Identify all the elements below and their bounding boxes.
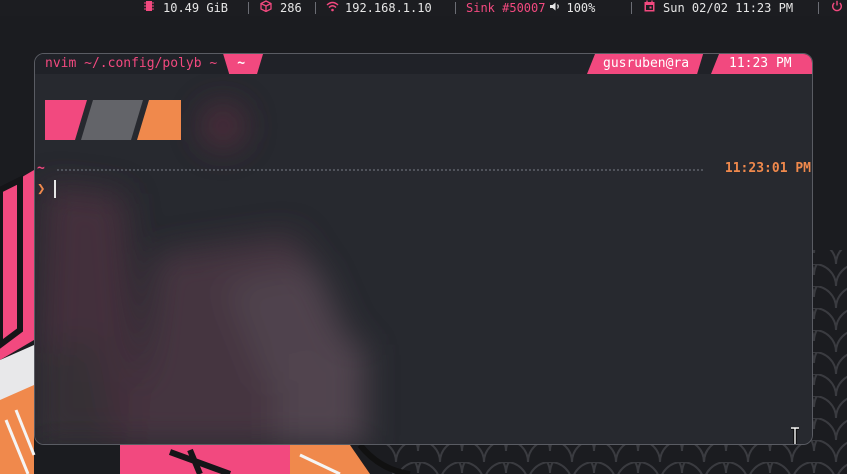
calendar-icon — [644, 0, 655, 16]
network-module[interactable]: 192.168.1.10 — [326, 0, 432, 16]
terminal-window[interactable]: nvim ~/.config/polyb ~ ~ gusruben@ra 11:… — [34, 53, 813, 445]
bar-separator — [818, 2, 819, 14]
color-blocks-art — [45, 100, 181, 140]
tmux-clock: 11:23 PM — [711, 54, 812, 74]
prompt-directory: ~ — [37, 161, 45, 176]
power-button[interactable] — [831, 0, 843, 16]
memory-module[interactable]: 10.49 GiB — [144, 0, 228, 16]
speaker-icon — [549, 0, 561, 16]
tmux-window-label[interactable]: nvim ~/.config/polyb ~ — [35, 54, 217, 74]
pink-block — [45, 100, 87, 140]
gray-block — [81, 100, 143, 140]
tmux-user-host: gusruben@ra — [587, 54, 703, 74]
packages-module[interactable]: 286 — [260, 0, 302, 16]
volume-text: 100% — [566, 1, 596, 15]
prompt-line: ~ 11:23:01 PM — [35, 160, 812, 178]
text-cursor[interactable] — [54, 180, 56, 198]
tmux-status-line: nvim ~/.config/polyb ~ ~ gusruben@ra 11:… — [35, 54, 812, 74]
top-status-bar: 10.49 GiB 286 192.168.1.10 Sink #50007 1… — [0, 0, 847, 16]
wifi-icon — [326, 0, 339, 16]
audio-module[interactable]: Sink #50007 100% — [466, 0, 595, 16]
audio-sink-text: Sink #50007 — [466, 1, 546, 15]
bar-separator — [248, 2, 249, 14]
date-time-text: Sun 02/02 11:23 PM — [663, 1, 794, 15]
power-icon — [831, 0, 843, 16]
prompt-symbol: ❯ — [37, 181, 46, 197]
prompt-filler-dots — [57, 169, 703, 171]
bar-separator — [631, 2, 632, 14]
ip-address-text: 192.168.1.10 — [345, 1, 432, 15]
date-module[interactable]: Sun 02/02 11:23 PM — [644, 0, 793, 16]
package-count-text: 286 — [280, 1, 302, 15]
tmux-active-tab[interactable]: ~ — [223, 54, 263, 74]
memory-usage-text: 10.49 GiB — [163, 1, 229, 15]
bar-separator — [315, 2, 316, 14]
ibeam-cursor-icon — [791, 427, 799, 444]
orange-block — [137, 100, 181, 140]
prompt-time: 11:23:01 PM — [724, 161, 811, 176]
bar-separator — [455, 2, 456, 14]
package-cube-icon — [260, 0, 272, 16]
memory-chip-icon — [144, 0, 154, 16]
